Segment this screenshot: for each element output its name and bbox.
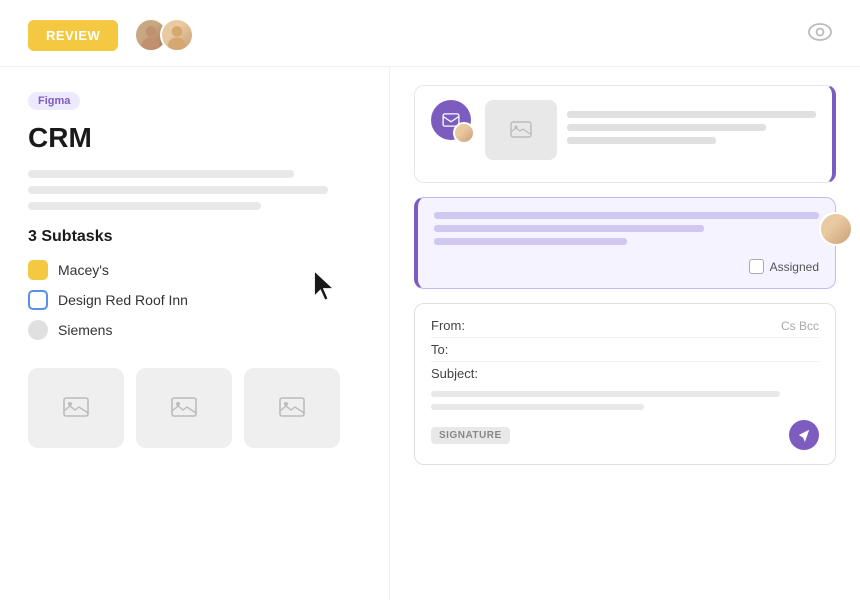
subtask-item-3[interactable]: Siemens (28, 320, 361, 340)
cc-label: Cs Bcc (781, 319, 819, 333)
email-card-2-lines (434, 212, 819, 245)
review-button[interactable]: REVIEW (28, 20, 118, 51)
to-label: To: (431, 342, 491, 357)
subtask-label-2: Design Red Roof Inn (58, 292, 188, 308)
email-card-img (485, 100, 557, 160)
email-card-content-1 (485, 100, 816, 168)
header: REVIEW (0, 0, 860, 67)
assigned-label: Assigned (770, 260, 819, 274)
subject-label: Subject: (431, 366, 491, 381)
subtask-item-2[interactable]: Design Red Roof Inn (28, 290, 361, 310)
card-line (567, 137, 716, 144)
desc-line-3 (28, 202, 261, 210)
from-label: From: (431, 318, 491, 333)
thumbnail-1[interactable] (28, 368, 124, 448)
compose-body-line-1 (431, 391, 780, 397)
from-row: From: Cs Bcc (431, 318, 819, 333)
to-row: To: (431, 342, 819, 357)
card-line (567, 124, 766, 131)
card-line-2b (434, 225, 704, 232)
description-lines (28, 170, 361, 210)
avatars (134, 18, 194, 52)
card-line-2c (434, 238, 627, 245)
project-title: CRM (28, 122, 361, 154)
email-card-image-row (485, 100, 816, 160)
desc-line-1 (28, 170, 294, 178)
compose-divider-1 (431, 337, 819, 338)
compose-divider-2 (431, 361, 819, 362)
figma-badge: Figma (28, 92, 80, 110)
signature-badge: SIGNATURE (431, 427, 510, 444)
subject-row: Subject: (431, 366, 819, 381)
email-card-1[interactable] (414, 85, 836, 183)
send-button[interactable] (789, 420, 819, 450)
email-avatar-small-1 (453, 122, 475, 144)
email-card-2-avatar (819, 212, 853, 246)
thumbnail-3[interactable] (244, 368, 340, 448)
email-card-2[interactable]: Assigned (414, 197, 836, 289)
compose-area: From: Cs Bcc To: Subject: SIGNATURE (414, 303, 836, 465)
left-panel: Figma CRM 3 Subtasks Macey's Design Red … (0, 67, 390, 600)
subtasks-heading: 3 Subtasks (28, 228, 361, 246)
subtask-label-1: Macey's (58, 262, 109, 278)
assigned-checkbox[interactable] (749, 259, 764, 274)
desc-line-2 (28, 186, 328, 194)
subtask-icon-1 (28, 260, 48, 280)
subtask-label-3: Siemens (58, 322, 112, 338)
header-left: REVIEW (28, 18, 194, 52)
card-lines-1 (567, 111, 816, 150)
thumbnail-2[interactable] (136, 368, 232, 448)
subtask-list: Macey's Design Red Roof Inn Siemens (28, 260, 361, 340)
compose-body-line-2 (431, 404, 644, 410)
subtask-item-1[interactable]: Macey's (28, 260, 361, 280)
right-panel: Assigned From: Cs Bcc To: Subject: (390, 67, 860, 600)
card-line-2a (434, 212, 819, 219)
subtask-icon-2 (28, 290, 48, 310)
visibility-icon[interactable] (808, 23, 832, 47)
main: Figma CRM 3 Subtasks Macey's Design Red … (0, 67, 860, 600)
compose-body-lines (431, 391, 819, 410)
compose-footer: SIGNATURE (431, 420, 819, 450)
card-line (567, 111, 816, 118)
assigned-area: Assigned (434, 259, 819, 274)
image-thumbnails (28, 368, 361, 448)
email-avatar-wrap-1 (431, 100, 471, 140)
avatar-2 (160, 18, 194, 52)
subtask-icon-3 (28, 320, 48, 340)
